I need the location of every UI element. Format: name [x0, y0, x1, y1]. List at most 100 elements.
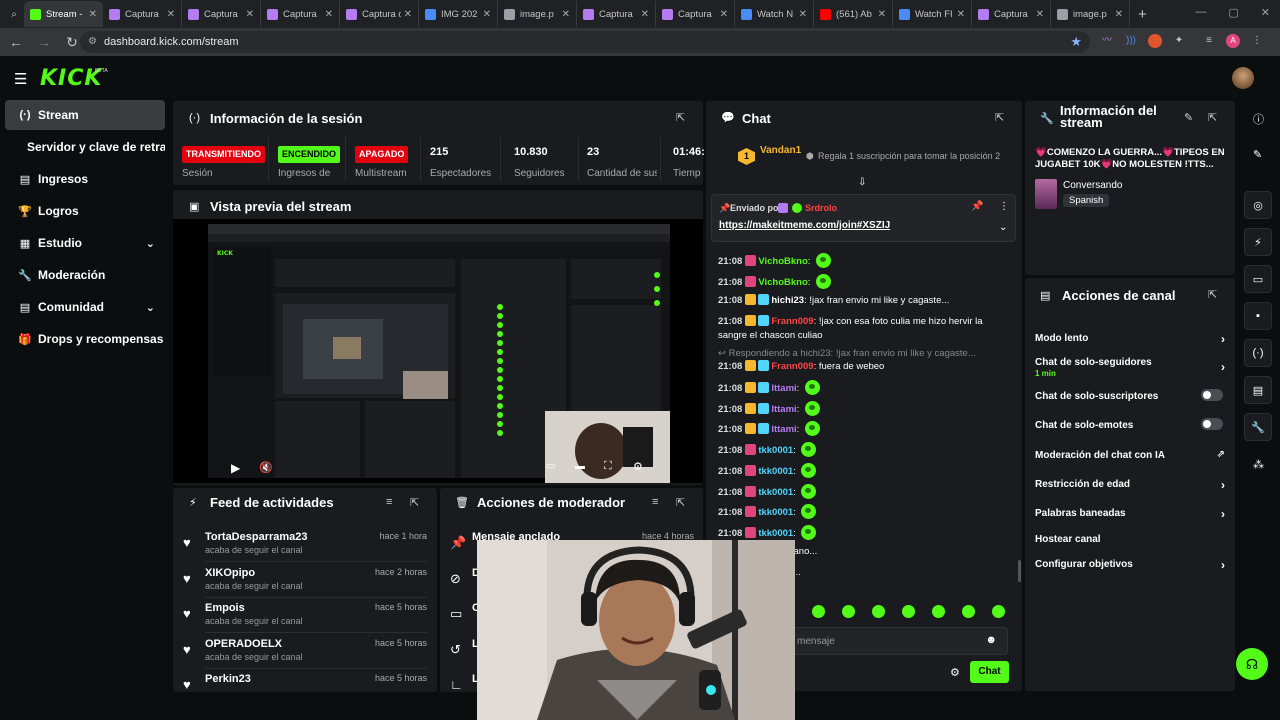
- profile-icon[interactable]: A: [1226, 34, 1240, 48]
- tab-close-icon[interactable]: ✕: [720, 9, 728, 20]
- sidebar-item-6[interactable]: ▤ Comunidad ⌄: [5, 292, 165, 322]
- chat-message[interactable]: 21:08 Ittami:: [718, 380, 1008, 396]
- channel-action-row[interactable]: Chat de solo-seguidores 1 min ›: [1035, 357, 1225, 378]
- sidebar-item-7[interactable]: 🎁 Drops y recompensas: [5, 324, 165, 354]
- browser-tab[interactable]: Captura ✕: [103, 1, 182, 27]
- browser-tab[interactable]: Captura ✕: [972, 1, 1051, 27]
- chat-message[interactable]: 21:08 tkk0001:: [718, 463, 1008, 479]
- browser-tab[interactable]: image.p ✕: [1051, 1, 1130, 27]
- chat-username[interactable]: tkk0001: [758, 487, 793, 498]
- forward-icon[interactable]: →: [32, 34, 56, 50]
- popout-icon[interactable]: ⇱: [995, 111, 1004, 124]
- channel-action-row[interactable]: Modo lento ›: [1035, 332, 1225, 346]
- reading-list-icon[interactable]: ≡: [1202, 34, 1216, 48]
- tab-close-icon[interactable]: ✕: [167, 9, 175, 20]
- rail-capture-icon[interactable]: ◎: [1244, 191, 1272, 219]
- extensions-puzzle-icon[interactable]: ✦: [1172, 34, 1186, 48]
- sidebar-item-4[interactable]: ▦ Estudio ⌄: [5, 228, 165, 258]
- chat-username[interactable]: tkk0001: [758, 445, 793, 456]
- category-name[interactable]: Conversando: [1063, 180, 1122, 191]
- chat-username[interactable]: Ittami: [771, 404, 796, 415]
- chat-username[interactable]: hichi23: [771, 295, 804, 306]
- popout-icon[interactable]: ⇱: [676, 496, 685, 509]
- fullscreen-icon[interactable]: ⛶: [604, 460, 612, 473]
- site-info-icon[interactable]: ⚙: [88, 36, 97, 47]
- extension-purple-icon[interactable]: 〰: [1100, 34, 1114, 48]
- browser-tab[interactable]: image.p ✕: [498, 1, 577, 27]
- chat-message[interactable]: sangre el chascon culiao: [718, 329, 1008, 343]
- browser-tab[interactable]: Watch FI ✕: [893, 1, 972, 27]
- rail-document-icon[interactable]: ▭: [1244, 265, 1272, 293]
- rail-group-icon[interactable]: ⁂: [1253, 458, 1264, 471]
- tab-search-icon[interactable]: ⌕: [4, 9, 24, 20]
- tab-close-icon[interactable]: ✕: [799, 9, 807, 20]
- chat-scrollbar[interactable]: [1018, 560, 1021, 582]
- tab-close-icon[interactable]: ✕: [1036, 9, 1044, 20]
- activity-user[interactable]: Empois: [205, 602, 245, 614]
- tab-close-icon[interactable]: ✕: [957, 9, 965, 20]
- channel-action-row[interactable]: Palabras baneadas ›: [1035, 507, 1225, 521]
- chat-message[interactable]: 21:08 tkk0001:: [718, 442, 1008, 458]
- tab-close-icon[interactable]: ✕: [483, 9, 491, 20]
- filter-icon[interactable]: ≡: [652, 496, 658, 508]
- chat-username[interactable]: VichoBkno: [758, 256, 807, 267]
- rail-wrench-icon[interactable]: 🔧: [1244, 413, 1272, 441]
- menu-icon[interactable]: ☰: [14, 70, 27, 88]
- pinned-link[interactable]: https://makeitmeme.com/join#XSZIJ: [719, 220, 890, 231]
- avatar[interactable]: [1232, 67, 1254, 89]
- bookmark-star-icon[interactable]: ★: [1070, 34, 1082, 50]
- popout-icon[interactable]: ⇱: [410, 496, 419, 509]
- chat-message[interactable]: ↩ Respondiendo a hichi23: !jax fran envi…: [718, 347, 1008, 361]
- tab-close-icon[interactable]: ✕: [641, 9, 649, 20]
- chat-username[interactable]: Frann009: [771, 316, 813, 327]
- browser-tab[interactable]: Captura ✕: [182, 1, 261, 27]
- quick-emote-icon[interactable]: [902, 605, 915, 618]
- browser-tab[interactable]: IMG 202 ✕: [419, 1, 498, 27]
- minimize-icon[interactable]: —: [1195, 6, 1206, 19]
- close-window-icon[interactable]: ✕: [1261, 6, 1270, 19]
- chat-username[interactable]: Ittami: [771, 424, 796, 435]
- stream-preview-video[interactable]: KICK ▶ 🔇 ▭ ▬ ⛶ ⚙: [173, 219, 703, 483]
- sidebar-item-3[interactable]: 🏆 Logros: [5, 196, 165, 226]
- maximize-icon[interactable]: ▢: [1228, 6, 1238, 19]
- channel-action-row[interactable]: Configurar objetivos ›: [1035, 558, 1225, 572]
- quick-emote-icon[interactable]: [842, 605, 855, 618]
- emoji-icon[interactable]: ☻: [985, 634, 997, 646]
- activity-user[interactable]: TortaDesparrama23: [205, 531, 308, 543]
- filter-icon[interactable]: ≡: [386, 496, 392, 508]
- quick-emote-icon[interactable]: [992, 605, 1005, 618]
- extension-fox-icon[interactable]: [1148, 34, 1162, 48]
- new-tab-icon[interactable]: +: [1138, 6, 1147, 23]
- chat-send-button[interactable]: Chat: [970, 661, 1009, 683]
- browser-tab[interactable]: Captura ✕: [656, 1, 735, 27]
- channel-action-row[interactable]: Hostear canal: [1035, 534, 1225, 545]
- sidebar-item-5[interactable]: 🔧 Moderación: [5, 260, 165, 290]
- activity-user[interactable]: Perkin23: [205, 673, 251, 685]
- pip-icon[interactable]: ▭: [546, 461, 555, 472]
- activity-user[interactable]: XIKOpipo: [205, 567, 255, 579]
- toggle-switch[interactable]: [1201, 418, 1223, 430]
- chat-username[interactable]: Ittami: [771, 383, 796, 394]
- info-icon[interactable]: ⓘ: [1253, 111, 1264, 127]
- tab-close-icon[interactable]: ✕: [562, 9, 570, 20]
- back-icon[interactable]: ←: [4, 34, 28, 50]
- tab-close-icon[interactable]: ✕: [404, 9, 412, 20]
- rail-broadcast-icon[interactable]: (·): [1244, 339, 1272, 367]
- quick-emote-icon[interactable]: [932, 605, 945, 618]
- chat-username[interactable]: VichoBkno: [758, 277, 807, 288]
- browser-tab[interactable]: (561) Ab ✕: [814, 1, 893, 27]
- theater-icon[interactable]: ▬: [575, 461, 585, 472]
- address-bar[interactable]: ⚙ dashboard.kick.com/stream ★: [80, 31, 1090, 53]
- chat-message[interactable]: 21:08 VichoBkno:: [718, 274, 1008, 290]
- channel-action-row[interactable]: Moderación del chat con IA ⇗: [1035, 449, 1225, 461]
- activity-user[interactable]: OPERADOELX: [205, 638, 282, 650]
- browser-tab[interactable]: Watch N ✕: [735, 1, 814, 27]
- more-icon[interactable]: ⋮: [999, 201, 1009, 212]
- support-button[interactable]: ☊: [1236, 648, 1268, 680]
- chat-username[interactable]: tkk0001: [758, 466, 793, 477]
- rail-layout-icon[interactable]: ▤: [1244, 376, 1272, 404]
- channel-action-row[interactable]: Chat de solo-emotes: [1035, 418, 1225, 431]
- edit-layout-icon[interactable]: ✎: [1253, 148, 1262, 161]
- sidebar-item-2[interactable]: ▤ Ingresos: [5, 164, 165, 194]
- edit-icon[interactable]: ✎: [1184, 111, 1193, 124]
